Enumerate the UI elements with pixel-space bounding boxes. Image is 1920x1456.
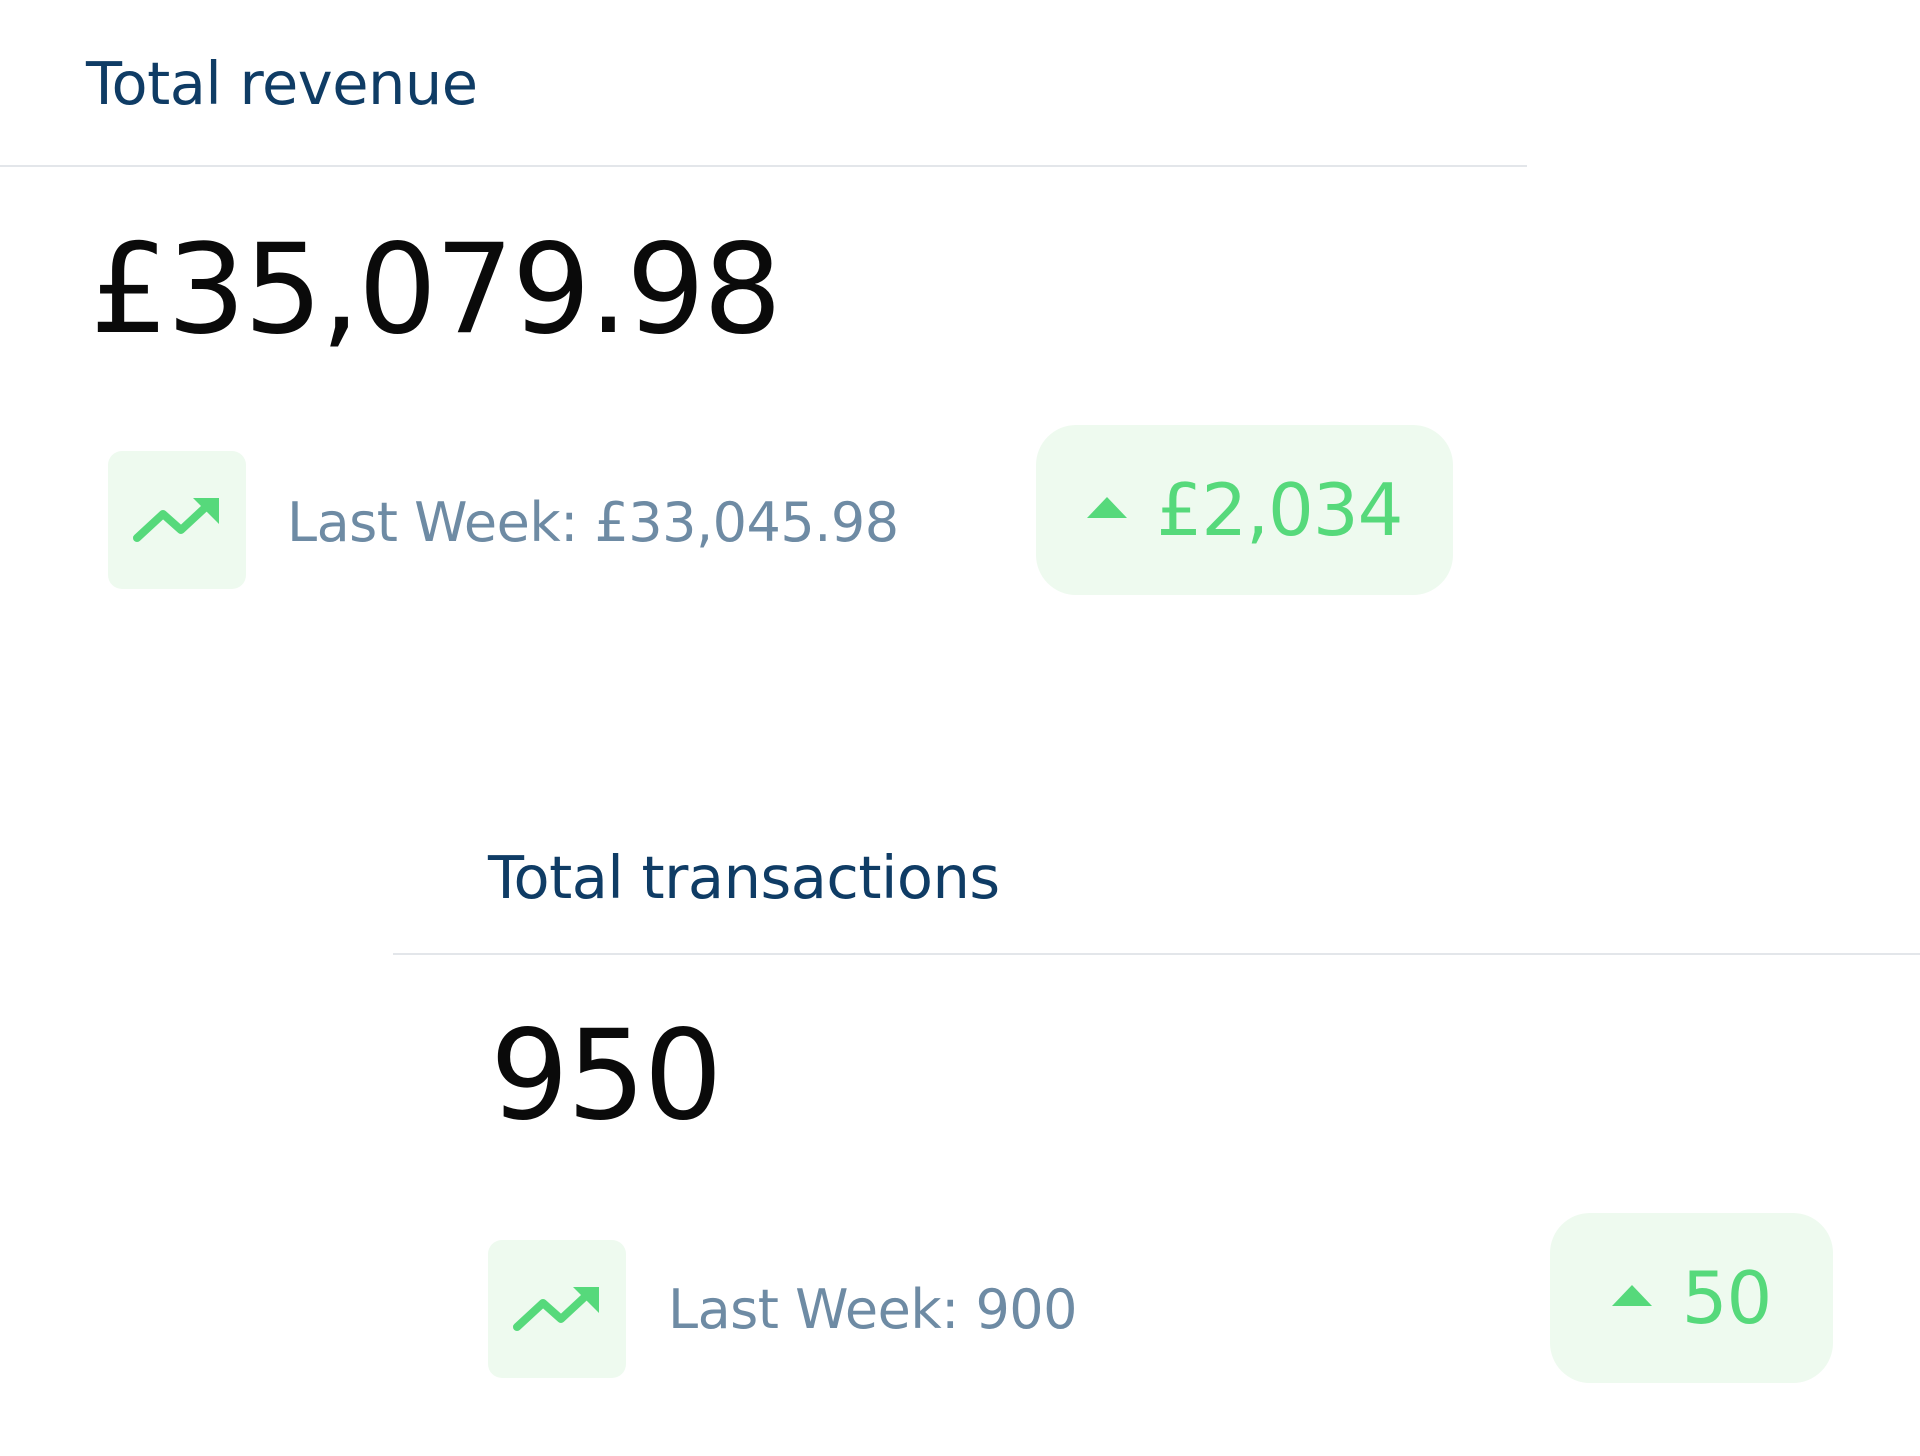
transactions-delta-badge: 50 [1550, 1213, 1833, 1383]
transactions-delta-value: 50 [1681, 1256, 1773, 1340]
revenue-delta-badge: £2,034 [1036, 425, 1453, 595]
transactions-trend-tile [488, 1240, 626, 1378]
trending-up-icon [133, 498, 219, 542]
arrow-up-icon [1086, 496, 1127, 518]
transactions-title: Total transactions [488, 843, 1000, 912]
revenue-delta-value: £2,034 [1156, 468, 1404, 552]
revenue-title: Total revenue [86, 49, 478, 118]
revenue-value: £35,079.98 [90, 218, 782, 362]
revenue-card: Total revenue £35,079.98 Last Week: £33,… [0, 0, 1920, 700]
trending-up-icon [513, 1287, 599, 1331]
arrow-up-icon [1611, 1284, 1652, 1306]
revenue-trend-tile [108, 451, 246, 589]
transactions-card: Total transactions 950 Last Week: 900 50 [0, 780, 1920, 1456]
transactions-value: 950 [490, 1004, 723, 1148]
revenue-last-week: Last Week: £33,045.98 [287, 491, 899, 554]
transactions-last-week: Last Week: 900 [668, 1278, 1078, 1341]
revenue-divider [0, 165, 1527, 167]
transactions-divider [393, 953, 1920, 955]
